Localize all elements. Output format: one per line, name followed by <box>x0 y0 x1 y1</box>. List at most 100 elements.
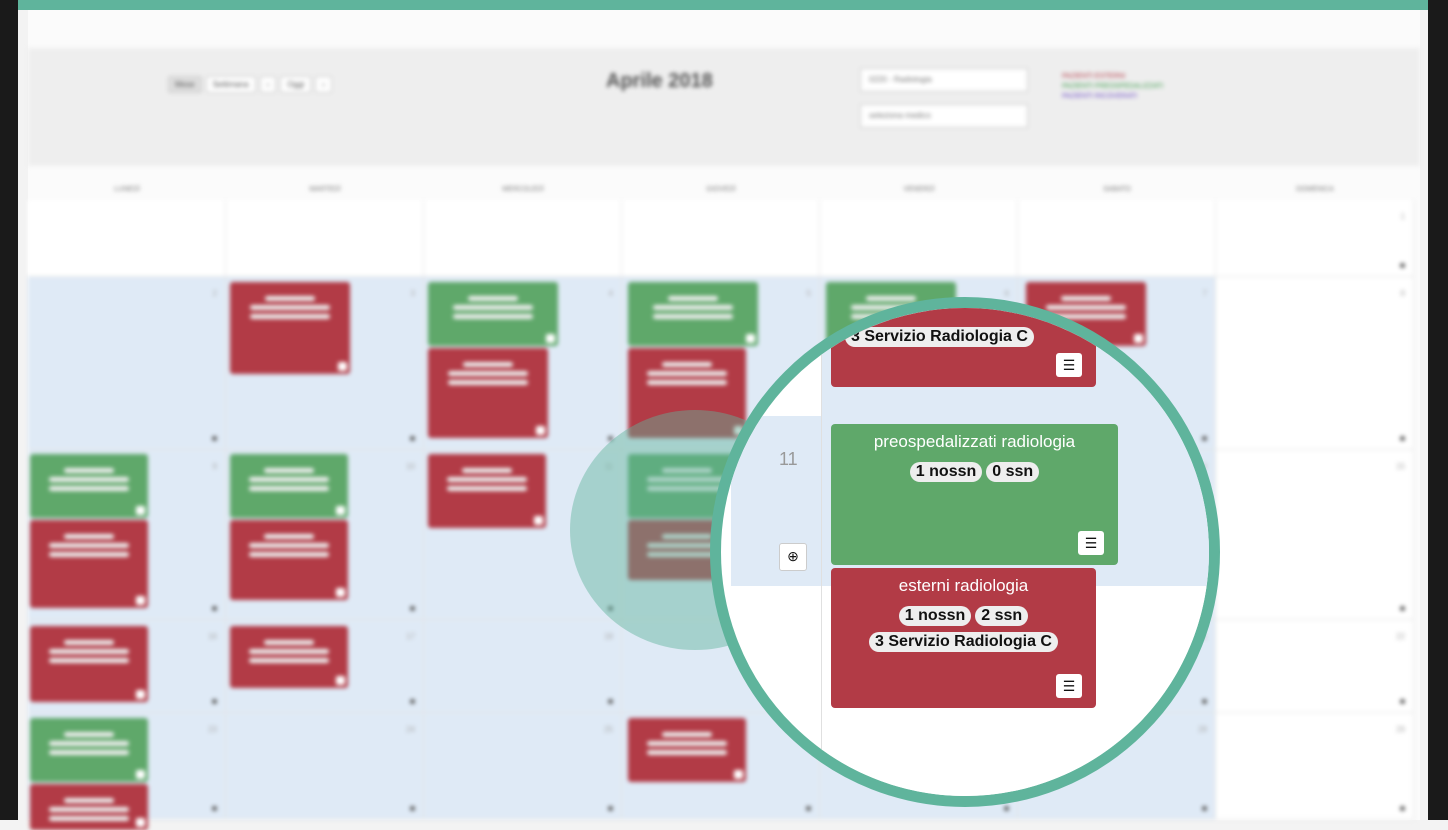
event-pill <box>265 296 315 301</box>
list-icon[interactable] <box>336 506 345 515</box>
add-event-icon[interactable] <box>410 606 415 611</box>
zoom-lens: 3 Servizio Radiologia C ☰ 11 ⊕ preospeda… <box>710 297 1220 807</box>
list-icon[interactable] <box>136 818 145 827</box>
zoom-content: 3 Servizio Radiologia C ☰ 11 ⊕ preospeda… <box>721 308 1209 796</box>
event-service-line: 3 Servizio Radiologia C <box>831 632 1096 652</box>
prev-button[interactable]: ‹ <box>259 76 277 93</box>
day-number: 9 <box>212 462 217 471</box>
add-event-icon[interactable] <box>212 606 217 611</box>
day-cell[interactable] <box>424 200 622 277</box>
list-icon[interactable]: ☰ <box>1078 531 1104 555</box>
week-view-button[interactable]: Settimana <box>205 76 256 93</box>
list-icon[interactable] <box>338 362 347 371</box>
day-cell[interactable]: 25 <box>424 713 622 820</box>
nossn-pill: 1 nossn <box>898 606 972 626</box>
event-pill <box>49 486 129 491</box>
day-number: 17 <box>406 632 415 641</box>
calendar-event[interactable] <box>428 454 546 528</box>
event-pill <box>264 534 314 539</box>
day-cell[interactable] <box>820 200 1018 277</box>
top-accent-bar <box>0 0 1448 10</box>
add-event-icon[interactable] <box>1400 436 1405 441</box>
add-event-icon[interactable] <box>1202 806 1207 811</box>
weekday-header: DOMENICA <box>1296 186 1334 193</box>
event-pill <box>453 314 533 319</box>
day-cell[interactable] <box>226 200 424 277</box>
day-cell[interactable]: 22 <box>1216 620 1414 713</box>
day-cell[interactable]: 24 <box>226 713 424 820</box>
day-number: 8 <box>1400 289 1405 298</box>
add-event-icon[interactable] <box>212 699 217 704</box>
weekday-header: GIOVEDÌ <box>706 186 736 193</box>
calendar-event[interactable] <box>230 282 350 374</box>
event-pill <box>647 380 727 385</box>
event-esterni[interactable]: esterni radiologia 1 nossn 2 ssn 3 Servi… <box>831 568 1096 708</box>
calendar-event[interactable] <box>230 520 348 600</box>
calendar-event[interactable] <box>428 348 548 438</box>
calendar-event[interactable] <box>230 454 348 518</box>
day-cell[interactable] <box>622 200 820 277</box>
nossn-pill: 1 nossn <box>909 462 983 482</box>
list-icon[interactable] <box>336 588 345 597</box>
day-cell[interactable]: 8 <box>1216 277 1414 450</box>
add-event-icon[interactable] <box>806 806 811 811</box>
add-event-icon[interactable] <box>1400 606 1405 611</box>
list-icon[interactable] <box>546 334 555 343</box>
day-cell[interactable]: 2 <box>28 277 226 450</box>
day-cell[interactable] <box>1018 200 1216 277</box>
day-cell[interactable]: 18 <box>424 620 622 713</box>
calendar-event[interactable] <box>428 282 558 346</box>
today-button[interactable]: Oggi <box>280 76 312 93</box>
calendar-event[interactable] <box>30 454 148 518</box>
day-cell[interactable] <box>28 200 226 277</box>
calendar-event[interactable] <box>30 784 148 830</box>
list-icon[interactable] <box>536 426 545 435</box>
event-esterni-previous[interactable]: 3 Servizio Radiologia C ☰ <box>831 308 1096 387</box>
day-number: 7 <box>1202 289 1207 298</box>
calendar-event[interactable] <box>30 626 148 702</box>
list-icon[interactable]: ☰ <box>1056 674 1082 698</box>
day-number: 2 <box>212 289 217 298</box>
add-event-icon[interactable] <box>1400 806 1405 811</box>
doctor-select[interactable]: seleziona medico <box>860 104 1028 128</box>
day-number: 24 <box>406 725 415 734</box>
list-icon[interactable] <box>136 690 145 699</box>
calendar-event[interactable] <box>230 626 348 688</box>
calendar-event[interactable] <box>30 520 148 608</box>
add-event-icon[interactable] <box>1400 263 1405 268</box>
service-select[interactable]: 0220 - Radiologia <box>860 68 1028 92</box>
event-pill <box>49 807 129 812</box>
plus-circle-icon[interactable]: ⊕ <box>779 543 807 571</box>
list-icon[interactable] <box>136 770 145 779</box>
list-icon[interactable] <box>136 596 145 605</box>
event-pill <box>662 362 712 367</box>
add-event-icon[interactable] <box>212 436 217 441</box>
add-event-icon[interactable] <box>1400 699 1405 704</box>
add-event-icon[interactable] <box>410 436 415 441</box>
add-event-icon[interactable] <box>1004 806 1009 811</box>
day-number: 29 <box>1396 725 1405 734</box>
event-pill <box>249 552 329 557</box>
list-icon[interactable]: ☰ <box>1056 353 1082 377</box>
list-icon[interactable] <box>534 516 543 525</box>
add-event-icon[interactable] <box>608 806 613 811</box>
day-cell[interactable]: 1 <box>1216 200 1414 277</box>
list-icon[interactable] <box>136 506 145 515</box>
add-event-icon[interactable] <box>410 806 415 811</box>
legend: PAZIENTI ESTERNI PAZIENTI PREOSPEDALIZZA… <box>1062 72 1172 102</box>
calendar-event[interactable] <box>30 718 148 782</box>
day-cell[interactable]: 29 <box>1216 713 1414 820</box>
day-number: 15 <box>1396 462 1405 471</box>
list-icon[interactable] <box>336 676 345 685</box>
weekday-header: SABATO <box>1103 186 1131 193</box>
add-event-icon[interactable] <box>608 699 613 704</box>
day-cell[interactable]: 15 <box>1216 450 1414 620</box>
month-view-button[interactable]: Mese <box>168 76 202 93</box>
event-preospedalizzati[interactable]: preospedalizzati radiologia 1 nossn 0 ss… <box>831 424 1118 565</box>
add-event-icon[interactable] <box>212 806 217 811</box>
event-pill <box>468 296 518 301</box>
next-button[interactable]: › <box>315 76 332 93</box>
event-pill <box>264 468 314 473</box>
add-event-icon[interactable] <box>410 699 415 704</box>
event-pill <box>49 649 129 654</box>
